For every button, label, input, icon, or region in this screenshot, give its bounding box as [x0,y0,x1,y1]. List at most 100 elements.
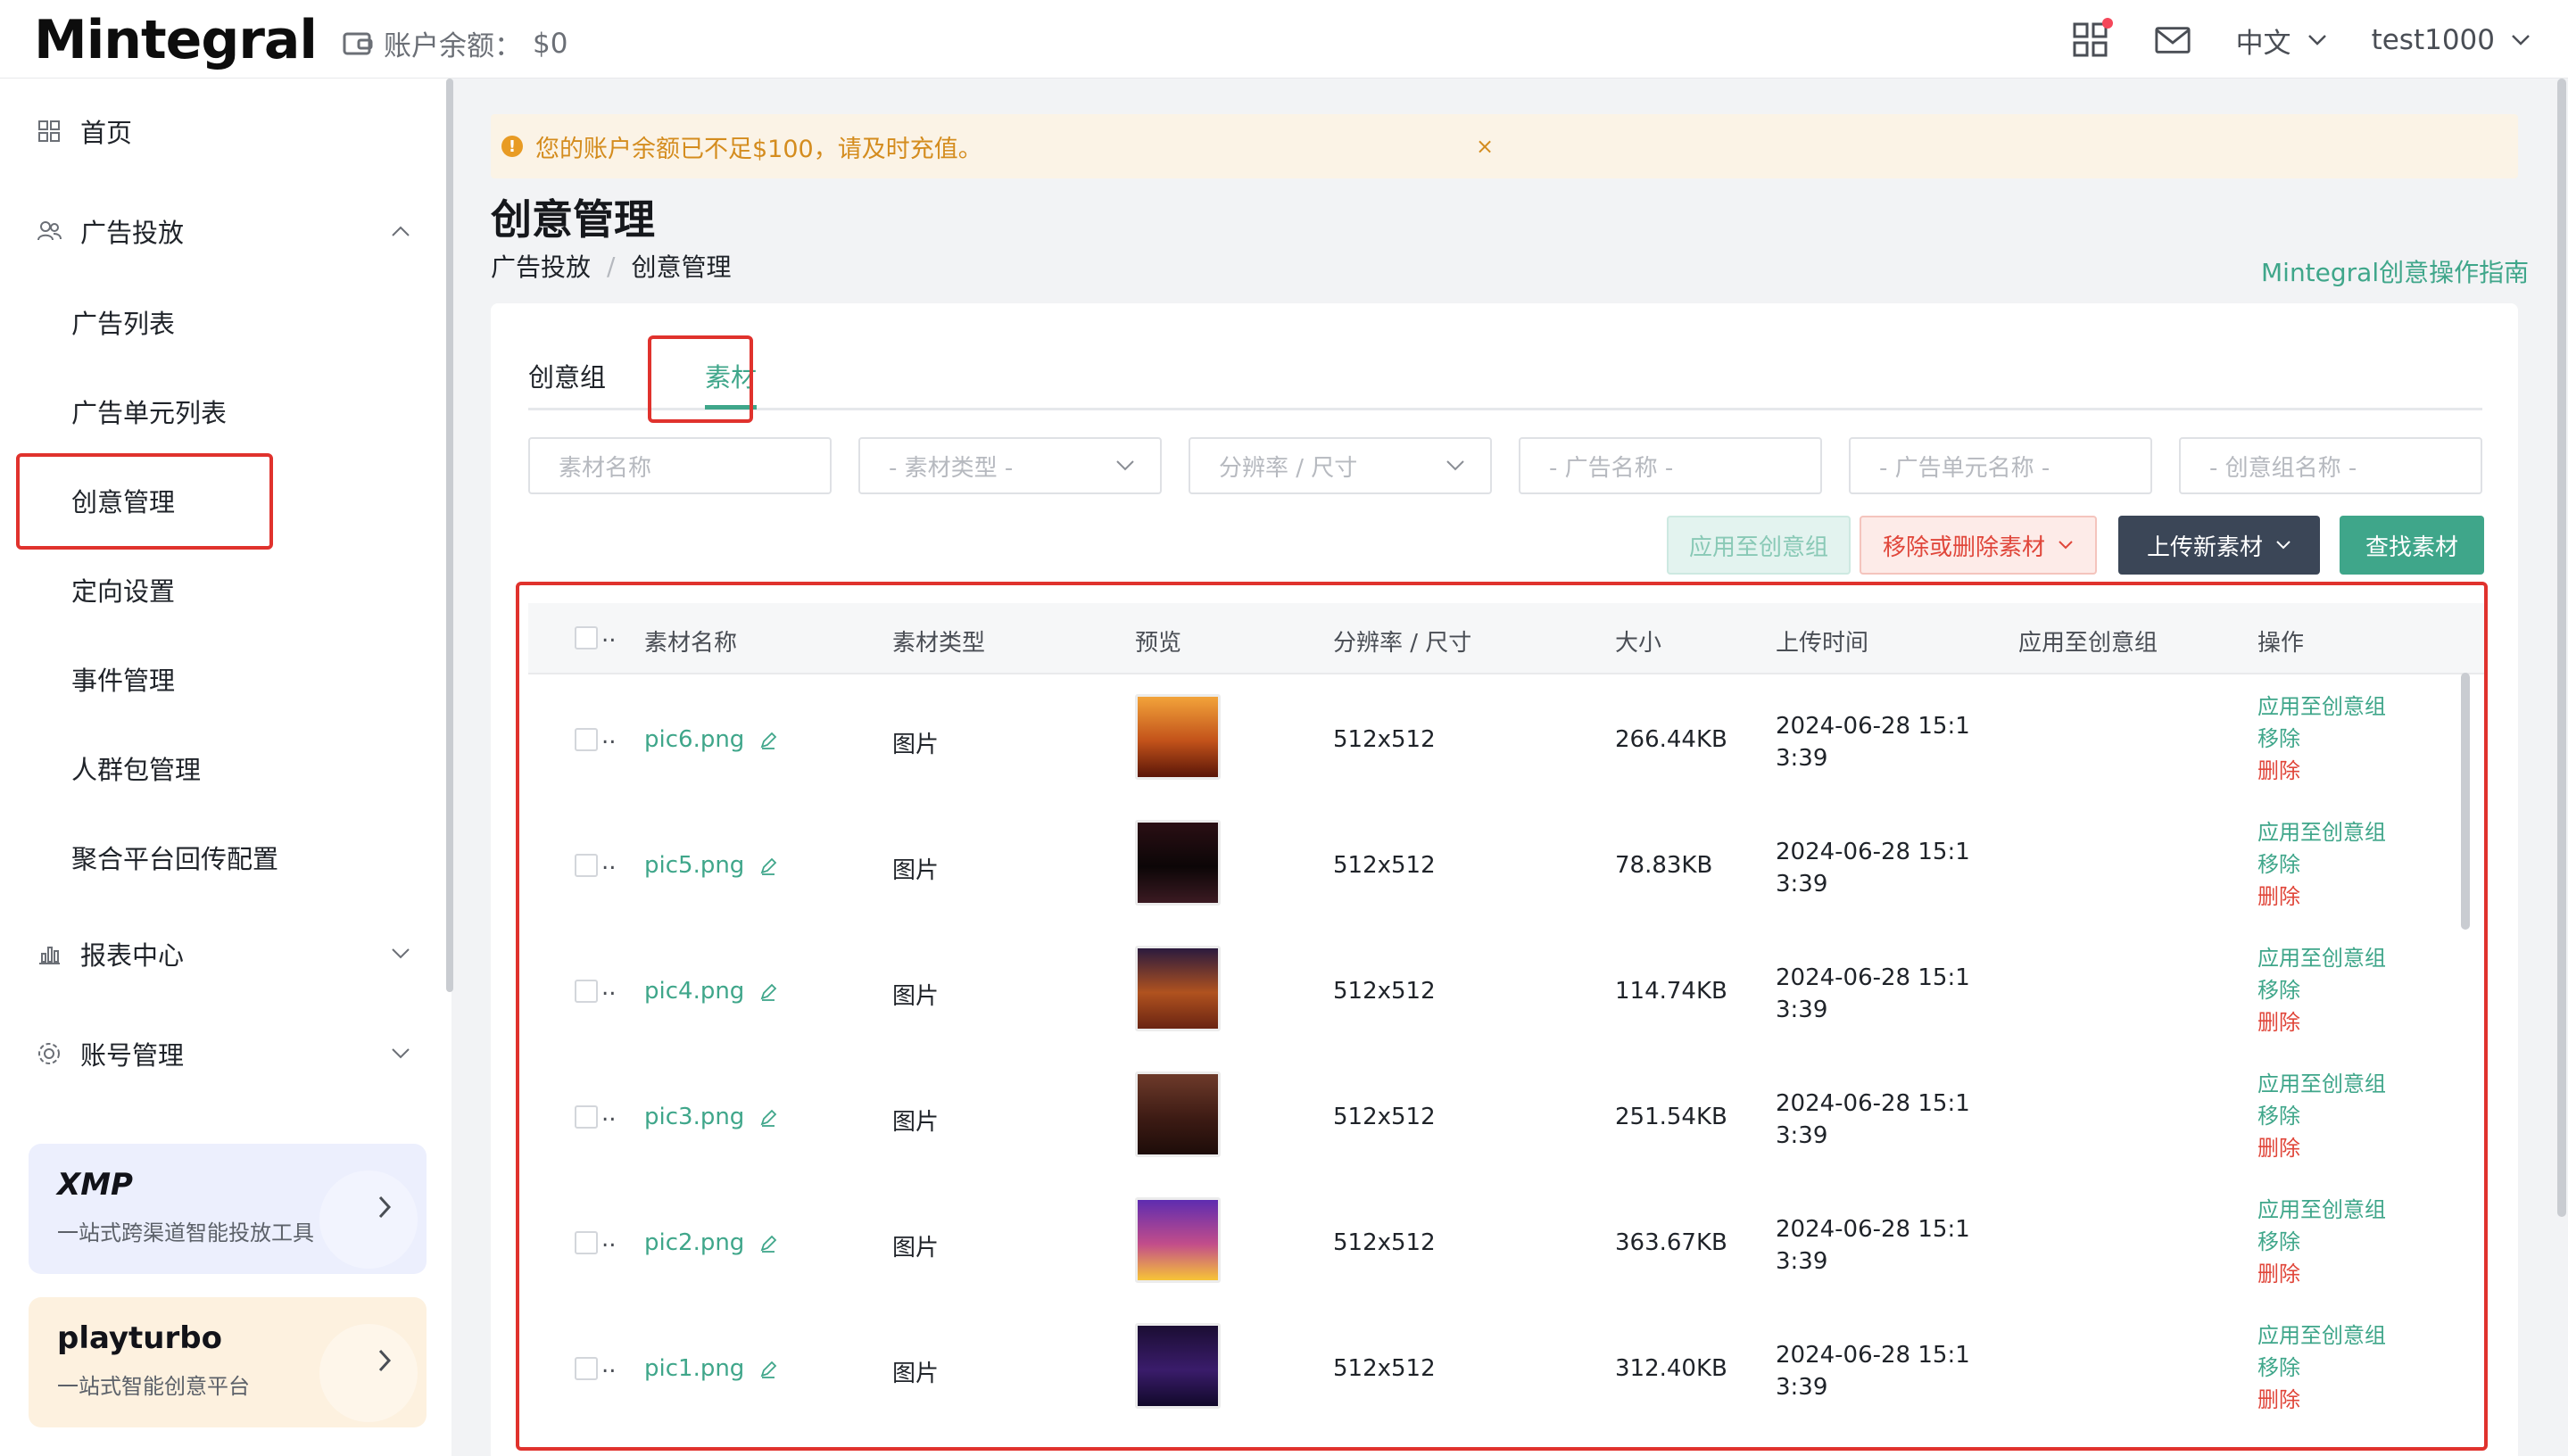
chevron-down-icon [2307,35,2326,46]
promo-xmp[interactable]: XMP 一站式跨渠道智能投放工具 [29,1144,427,1274]
material-type-cell: 图片 [892,857,940,884]
resolution-select[interactable]: 分辨率 / 尺寸 [1189,437,1492,494]
find-material-button[interactable]: 查找素材 [2340,516,2484,575]
language-select[interactable]: 中文 [2236,21,2327,61]
remove-delete-material-button[interactable]: 移除或删除素材 [1860,516,2097,575]
table-row[interactable]: .. pic2.png 图片 512x512 363.67KB 2024-06-28 15… [528,1179,2484,1305]
remove-link[interactable]: 移除 [2257,974,2386,1006]
apply-to-group-link[interactable]: 应用至创意组 [2257,942,2386,974]
sidebar-scrollbar[interactable] [446,79,453,992]
breadcrumb-item[interactable]: 广告投放 [491,248,591,284]
apply-to-group-link[interactable]: 应用至创意组 [2257,1194,2386,1226]
user-menu[interactable]: test1000 [2372,24,2531,56]
material-name-link[interactable]: pic4.png [644,978,744,1005]
preview-thumbnail[interactable] [1135,1323,1221,1409]
tab-creative-groups[interactable]: 创意组 [528,357,606,394]
material-name-cell[interactable]: pic1.png [644,1355,778,1382]
chevron-down-icon [1116,460,1134,471]
sidebar-item-creative-management[interactable]: 创意管理 [0,469,428,532]
preview-thumbnail[interactable] [1135,694,1221,780]
table-row[interactable]: .. pic6.png 图片 512x512 266.44KB 2024-06-28 15… [528,676,2484,802]
upload-time-line2: 3:39 [1776,1248,1828,1275]
apply-to-group-link[interactable]: 应用至创意组 [2257,816,2386,848]
material-name-cell[interactable]: pic4.png [644,978,778,1005]
delete-link[interactable]: 删除 [2257,755,2386,787]
material-name-cell[interactable]: pic2.png [644,1229,778,1256]
row-checkbox[interactable] [575,728,598,751]
edit-icon[interactable] [758,1234,778,1253]
material-type-select[interactable]: - 素材类型 - [858,437,1162,494]
edit-icon[interactable] [758,731,778,750]
table-row[interactable]: .. pic4.png 图片 512x512 114.74KB 2024-06-28 15… [528,928,2484,1054]
close-icon[interactable]: × [1476,134,1494,159]
sidebar-item-ad-unit-list[interactable]: 广告单元列表 [0,380,428,443]
mail-icon[interactable] [2154,21,2191,59]
remove-link[interactable]: 移除 [2257,1100,2386,1132]
row-checkbox[interactable] [575,980,598,1003]
apply-to-group-link[interactable]: 应用至创意组 [2257,691,2386,723]
row-actions: 应用至创意组 移除 删除 [2257,816,2386,913]
row-checkbox[interactable] [575,1105,598,1129]
edit-icon[interactable] [758,982,778,1002]
page-scrollbar[interactable] [2557,79,2566,1217]
remove-link[interactable]: 移除 [2257,1226,2386,1258]
upload-time-line1: 2024-06-28 15:1 [1776,839,1970,865]
row-checkbox[interactable] [575,1357,598,1380]
sidebar-item-reports[interactable]: 报表中心 [0,922,428,985]
table-scrollbar[interactable] [2461,673,2470,930]
tab-materials[interactable]: 素材 [705,357,757,394]
preview-thumbnail[interactable] [1135,820,1221,906]
mintegral-logo[interactable]: Mintegral [34,9,318,71]
edit-icon[interactable] [758,1360,778,1379]
sidebar-item-ad-delivery[interactable]: 广告投放 [0,200,428,262]
material-name-link[interactable]: pic3.png [644,1104,744,1130]
creative-group-name-input[interactable]: - 创意组名称 - [2179,437,2482,494]
material-name-cell[interactable]: pic3.png [644,1104,778,1130]
sidebar-item-mediation-postback[interactable]: 聚合平台回传配置 [0,826,428,889]
delete-link[interactable]: 删除 [2257,1384,2386,1416]
material-name-link[interactable]: pic6.png [644,726,744,753]
material-name-link[interactable]: pic5.png [644,852,744,879]
edit-icon[interactable] [758,1108,778,1128]
remove-link[interactable]: 移除 [2257,723,2386,755]
apply-to-group-link[interactable]: 应用至创意组 [2257,1320,2386,1352]
material-name-cell[interactable]: pic6.png [644,726,778,753]
select-all-checkbox[interactable] [575,626,598,649]
delete-link[interactable]: 删除 [2257,1258,2386,1290]
sidebar-item-targeting[interactable]: 定向设置 [0,558,428,621]
sidebar-item-audiences[interactable]: 人群包管理 [0,737,428,799]
remove-link[interactable]: 移除 [2257,1352,2386,1384]
preview-thumbnail[interactable] [1135,1197,1221,1283]
upload-time-cell: 2024-06-28 15:1 3:39 [1776,1213,1970,1278]
promo-description: 一站式智能创意平台 [57,1374,250,1399]
material-name-cell[interactable]: pic5.png [644,852,778,879]
promo-playturbo[interactable]: playturbo 一站式智能创意平台 [29,1297,427,1427]
sidebar-item-events[interactable]: 事件管理 [0,648,428,710]
preview-thumbnail[interactable] [1135,946,1221,1031]
ad-name-input[interactable]: - 广告名称 - [1519,437,1822,494]
apply-to-group-link[interactable]: 应用至创意组 [2257,1068,2386,1100]
row-checkbox[interactable] [575,854,598,877]
guide-link[interactable]: Mintegral创意操作指南 [2261,253,2529,289]
apps-grid-icon[interactable] [2072,18,2113,59]
sidebar-item-home[interactable]: 首页 [0,100,428,162]
upload-material-button[interactable]: 上传新素材 [2118,516,2320,575]
delete-link[interactable]: 删除 [2257,1132,2386,1164]
material-name-input[interactable]: 素材名称 [528,437,832,494]
apply-to-group-button[interactable]: 应用至创意组 [1667,516,1851,575]
table-row[interactable]: .. pic5.png 图片 512x512 78.83KB 2024-06-28 15:… [528,802,2484,928]
delete-link[interactable]: 删除 [2257,1006,2386,1038]
sidebar-item-ad-list[interactable]: 广告列表 [0,291,428,353]
material-name-link[interactable]: pic2.png [644,1229,744,1256]
sidebar-item-account[interactable]: 账号管理 [0,1022,428,1085]
edit-icon[interactable] [758,856,778,876]
table-row[interactable]: .. pic3.png 图片 512x512 251.54KB 2024-06-28 15… [528,1054,2484,1179]
preview-thumbnail[interactable] [1135,1071,1221,1157]
delete-link[interactable]: 删除 [2257,881,2386,913]
material-name-link[interactable]: pic1.png [644,1355,744,1382]
ad-unit-name-input[interactable]: - 广告单元名称 - [1849,437,2152,494]
remove-link[interactable]: 移除 [2257,848,2386,881]
table-row[interactable]: .. pic1.png 图片 512x512 312.40KB 2024-06-28 15… [528,1305,2484,1431]
row-checkbox[interactable] [575,1231,598,1254]
xmp-logo: XMP [57,1167,133,1203]
